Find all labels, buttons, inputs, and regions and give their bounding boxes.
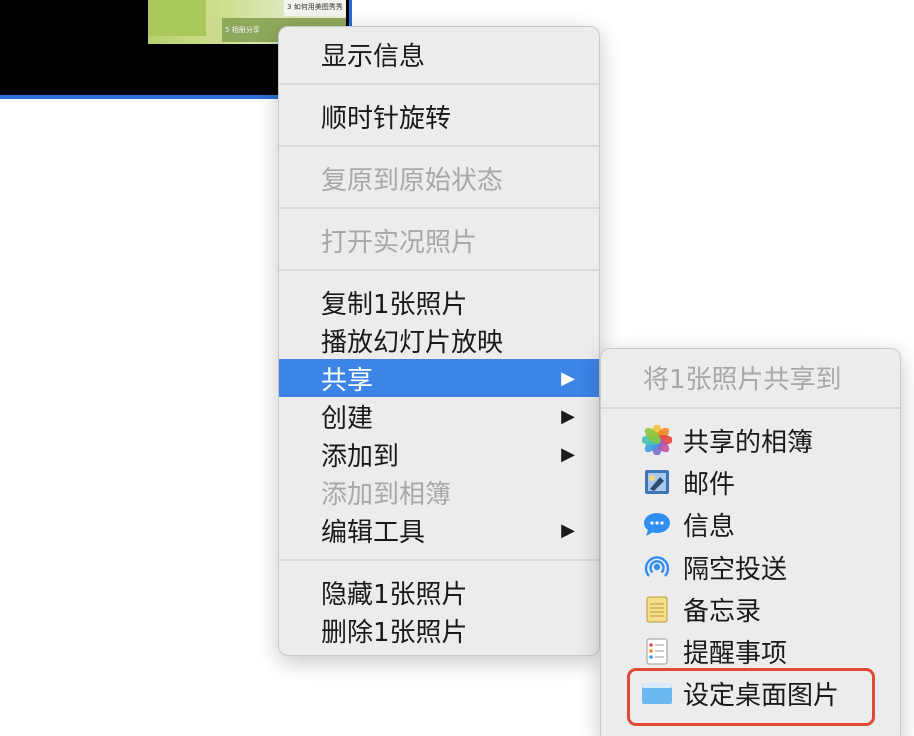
submenu-arrow-icon: ▶ [561,405,575,427]
share-item-shared-albums[interactable]: 共享的相簿 [601,419,900,461]
share-item-label: 提醒事项 [683,638,788,669]
menu-item-edit-with[interactable]: 编辑工具 ▶ [279,511,599,549]
menu-item-label: 播放幻灯片放映 [321,327,504,358]
menu-item-hide-photo[interactable]: 隐藏1张照片 [279,573,599,611]
share-item-label: 备忘录 [683,596,762,627]
menu-item-show-info[interactable]: 显示信息 [279,34,599,74]
menu-item-label: 隐藏1张照片 [321,579,468,610]
share-item-reminders[interactable]: 提醒事项 [601,630,900,672]
submenu-arrow-icon: ▶ [561,519,575,541]
submenu-arrow-icon: ▶ [561,443,575,465]
tile-number: 3 [287,3,292,11]
menu-separator [279,83,599,85]
share-item-airdrop[interactable]: 隔空投送 [601,546,900,588]
menu-item-label: 删除1张照片 [321,617,468,648]
share-submenu-header-label: 将1张照片共享到 [643,364,842,395]
share-item-mail[interactable]: 邮件 [601,461,900,503]
share-submenu-header: 将1张照片共享到 [601,357,900,397]
share-item-label: 共享的相簿 [683,427,814,458]
annotation-highlight-box [627,668,875,726]
menu-item-label: 打开实况照片 [321,227,478,258]
menu-separator [279,269,599,271]
mail-icon [641,466,673,498]
tile-number: 5 [225,26,230,34]
share-item-notes[interactable]: 备忘录 [601,588,900,630]
context-menu: 显示信息 顺时针旋转 复原到原始状态 打开实况照片 复制1张照片 播放幻灯片放映… [278,26,600,656]
menu-item-label: 共享 [321,365,374,396]
reminders-icon [641,635,673,667]
messages-icon [641,508,673,540]
photos-icon [641,424,673,456]
menu-item-add-to[interactable]: 添加到 ▶ [279,435,599,473]
notes-icon [641,593,673,625]
menu-separator [279,145,599,147]
screen: 3 如何用美图秀秀做照片？ 5 相册分享 显示信息 顺时针旋转 复原到原始状态 … [0,0,914,736]
menu-item-delete-photo[interactable]: 删除1张照片 [279,611,599,649]
share-item-label: 隔空投送 [683,554,788,585]
collage-tile-caption: 3 如何用美图秀秀做照片？ [284,0,346,29]
tile-caption: 相册分享 [231,26,260,34]
menu-item-play-slideshow[interactable]: 播放幻灯片放映 [279,321,599,359]
menu-item-create[interactable]: 创建 ▶ [279,397,599,435]
menu-item-label: 编辑工具 [321,517,426,548]
airdrop-icon [641,551,673,583]
menu-separator [279,207,599,209]
menu-item-open-live-photo: 打开实况照片 [279,220,599,260]
menu-item-label: 显示信息 [321,41,426,72]
menu-item-label: 添加到 [321,441,400,472]
menu-item-rotate-clockwise[interactable]: 顺时针旋转 [279,96,599,136]
collage-tile [148,0,206,36]
menu-item-label: 添加到相簿 [321,479,452,510]
menu-item-share[interactable]: 共享 ▶ [279,359,599,397]
menu-item-copy-photo[interactable]: 复制1张照片 [279,283,599,321]
menu-item-label: 顺时针旋转 [321,103,452,134]
menu-separator [279,559,599,561]
share-item-label: 邮件 [683,469,736,500]
menu-item-revert-to-original: 复原到原始状态 [279,158,599,198]
menu-item-label: 复原到原始状态 [321,165,504,196]
share-item-label: 信息 [683,511,736,542]
menu-item-label: 复制1张照片 [321,289,468,320]
menu-item-label: 创建 [321,403,374,434]
share-item-messages[interactable]: 信息 [601,503,900,545]
menu-separator [601,407,900,409]
menu-item-add-to-album: 添加到相簿 [279,473,599,511]
submenu-arrow-icon: ▶ [561,367,575,389]
